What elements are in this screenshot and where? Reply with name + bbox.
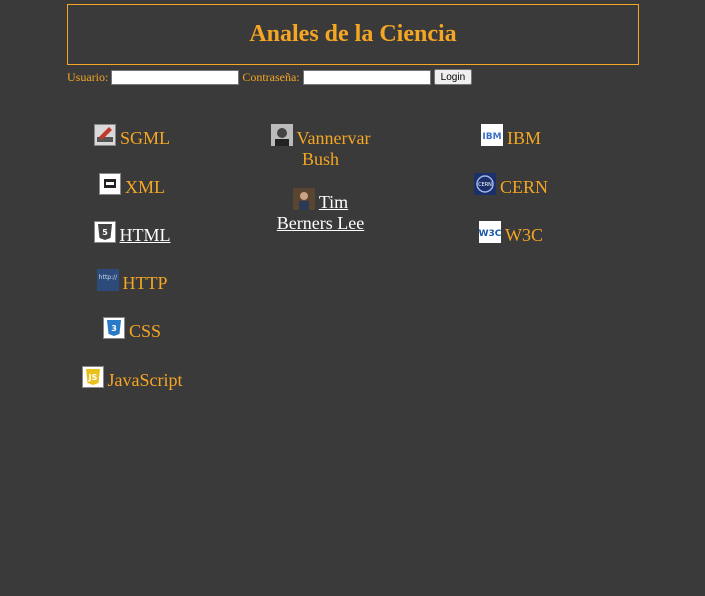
ibm-link[interactable]: IBM	[507, 128, 541, 148]
html5-icon: 5	[93, 221, 116, 243]
page: Anales de la Ciencia Usuario: Contraseña…	[0, 0, 705, 596]
vannevar-bush-photo-icon	[270, 124, 293, 146]
svg-text:3: 3	[111, 324, 117, 333]
svg-text:5: 5	[102, 228, 108, 237]
cern-link[interactable]: CERN	[500, 177, 548, 197]
languages-column: SGML XML 5 HTML http:// HTTP 3 CSS JS Ja…	[80, 120, 184, 391]
list-item-javascript: JS JavaScript	[80, 364, 184, 391]
html-link[interactable]: HTML	[120, 225, 171, 245]
people-column: Vannervar Bush Tim Berners Lee	[268, 120, 373, 234]
sgml-icon	[93, 124, 116, 146]
list-item-http: http:// HTTP	[80, 267, 184, 294]
css-link[interactable]: CSS	[129, 321, 161, 341]
user-label: Usuario:	[67, 69, 109, 84]
password-input[interactable]	[302, 69, 431, 85]
user-input[interactable]	[111, 69, 240, 85]
w3c-logo-icon: W3C	[479, 221, 501, 243]
login-button[interactable]: Login	[433, 69, 473, 85]
list-item-cern: CERN CERN	[468, 171, 554, 198]
tim-berners-lee-link[interactable]: Tim Berners Lee	[277, 192, 364, 233]
sgml-link[interactable]: SGML	[120, 128, 170, 148]
list-item-w3c: W3C W3C	[468, 219, 554, 246]
list-item-html: 5 HTML	[80, 219, 184, 246]
login-form: Usuario: Contraseña: Login	[67, 68, 473, 86]
xml-icon	[99, 173, 121, 195]
javascript-icon: JS	[81, 366, 104, 388]
list-item-ibm: IBM IBM	[468, 122, 554, 149]
css3-icon: 3	[102, 317, 125, 339]
password-label: Contraseña:	[242, 69, 300, 84]
list-item-css: 3 CSS	[80, 315, 184, 342]
http-link[interactable]: HTTP	[123, 273, 168, 293]
svg-text:IBM: IBM	[482, 132, 501, 142]
organizations-column: IBM IBM CERN CERN W3C W3C	[468, 120, 554, 246]
page-title: Anales de la Ciencia	[249, 21, 457, 47]
header-box: Anales de la Ciencia	[67, 4, 639, 65]
vannevar-bush-link[interactable]: Vannervar Bush	[297, 128, 371, 169]
javascript-link[interactable]: JavaScript	[108, 370, 183, 390]
ibm-logo-icon: IBM	[480, 124, 503, 146]
svg-text:JS: JS	[87, 373, 97, 382]
tim-berners-lee-photo-icon	[292, 188, 315, 210]
http-icon: http://	[96, 269, 119, 291]
list-item-xml: XML	[80, 171, 184, 198]
list-item-sgml: SGML	[80, 122, 184, 149]
list-item-tim-berners-lee: Tim Berners Lee	[268, 186, 373, 234]
list-item-vannevar-bush: Vannervar Bush	[268, 122, 373, 170]
cern-logo-icon: CERN	[473, 173, 496, 195]
svg-text:http://: http://	[98, 274, 117, 281]
svg-text:CERN: CERN	[478, 182, 492, 188]
w3c-link[interactable]: W3C	[505, 225, 543, 245]
svg-text:W3C: W3C	[479, 229, 501, 239]
xml-link[interactable]: XML	[125, 177, 165, 197]
